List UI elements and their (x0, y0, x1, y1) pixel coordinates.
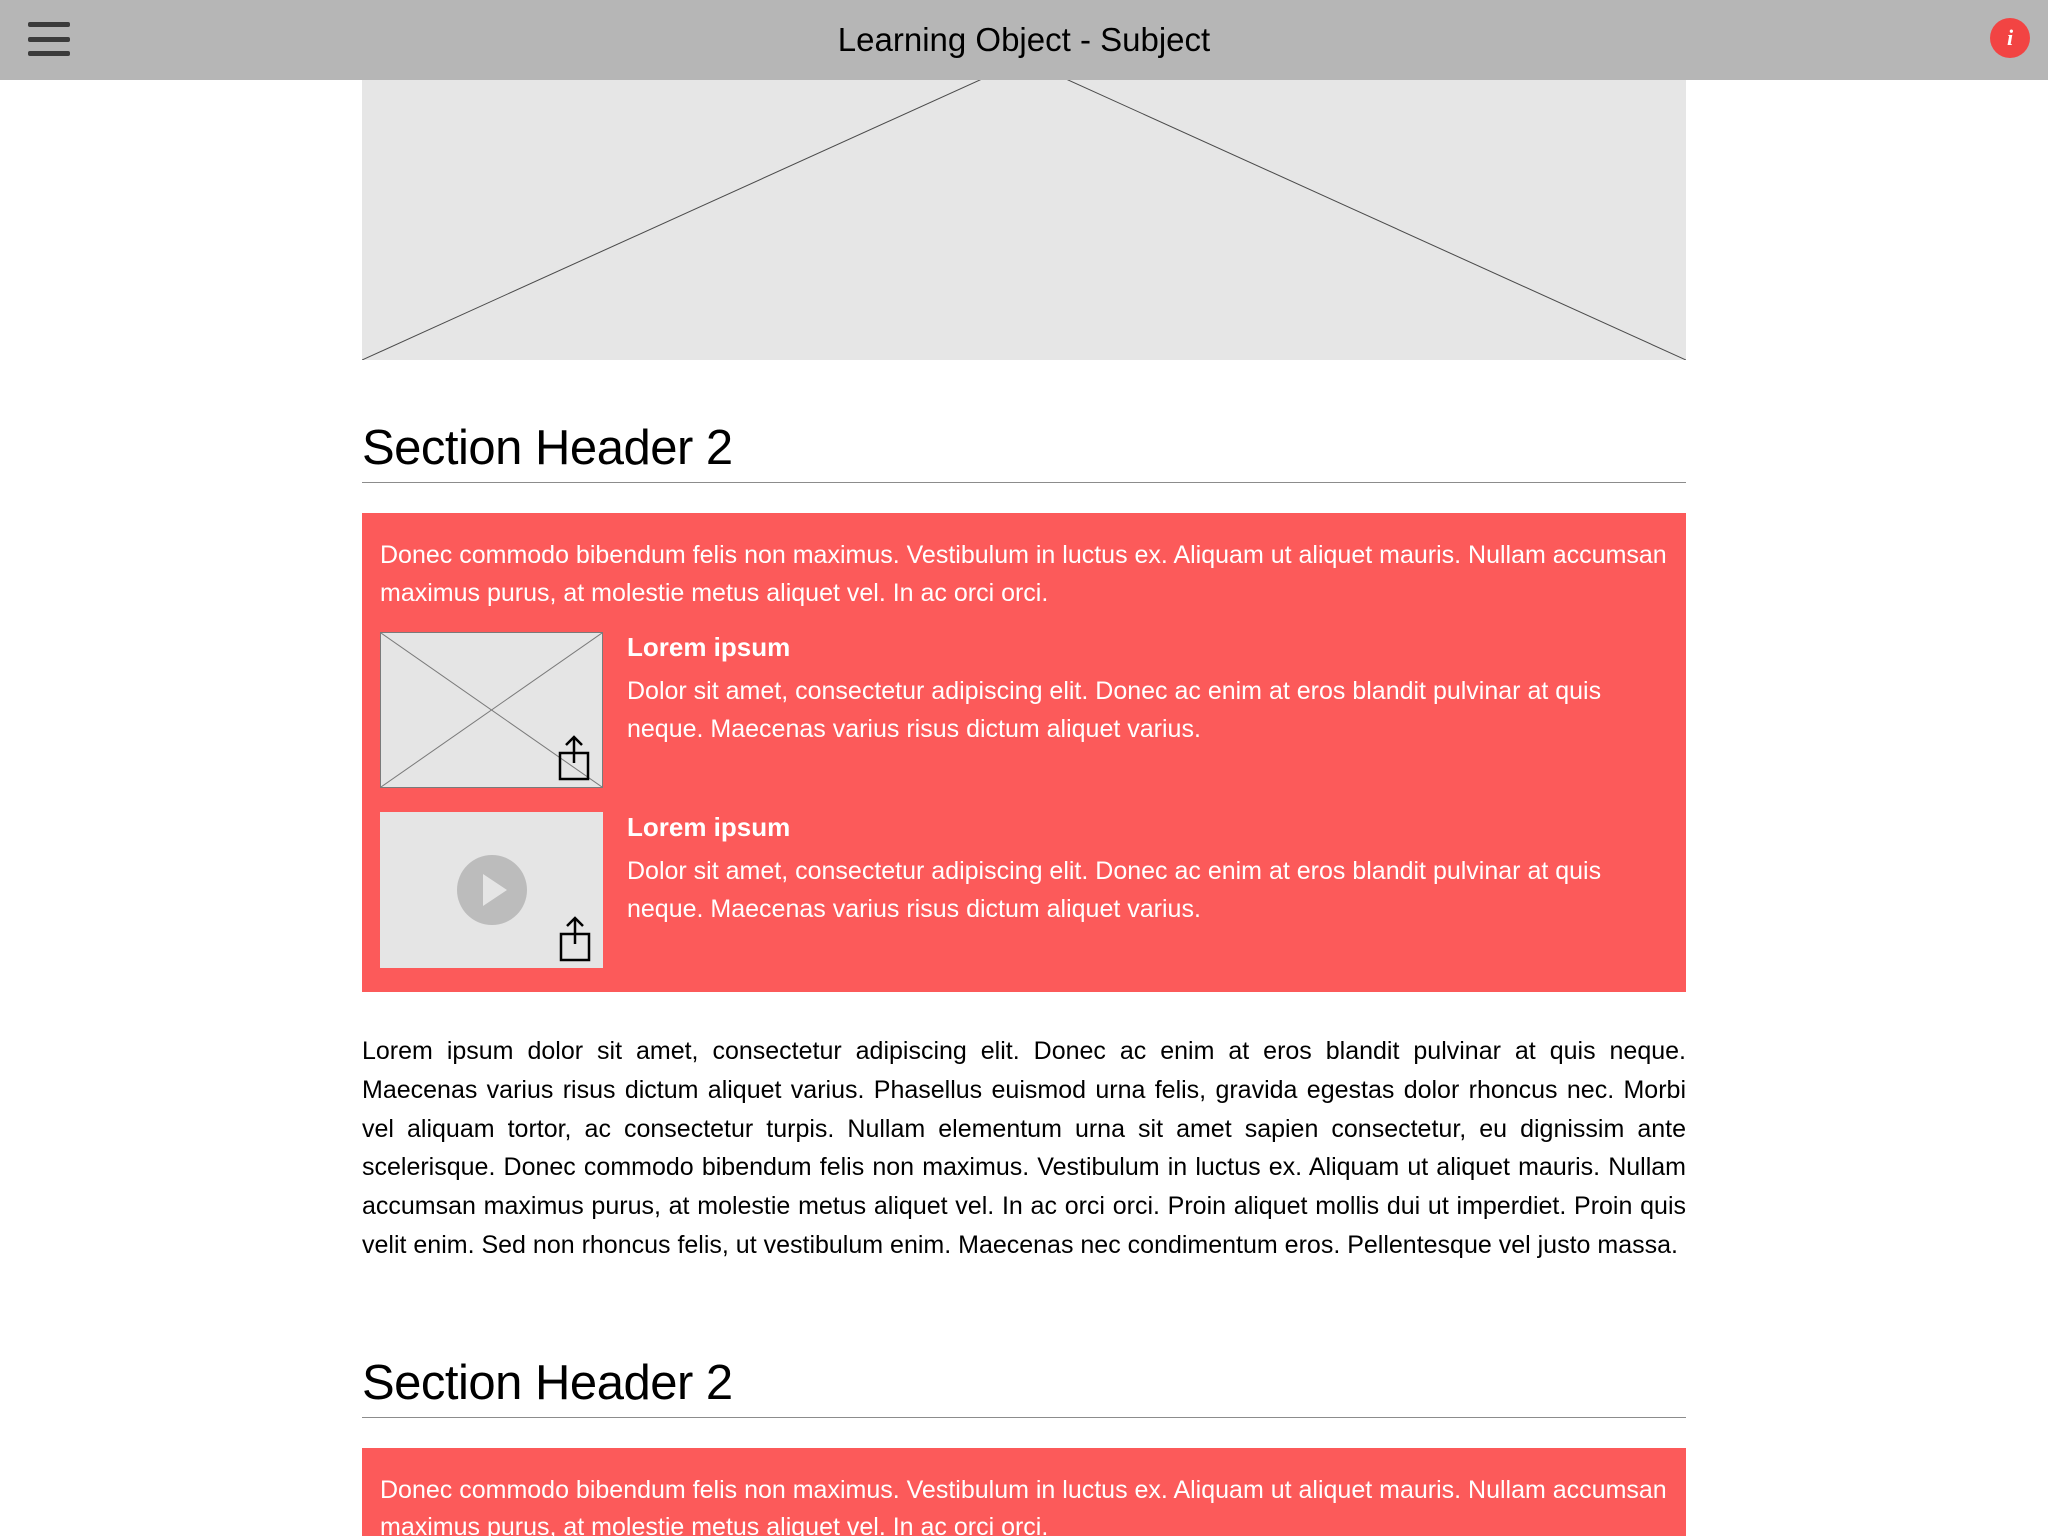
top-bar: Learning Object - Subject (0, 0, 2048, 80)
media-title: Lorem ipsum (627, 632, 1668, 663)
hero-image-placeholder (362, 80, 1686, 360)
media-row-image: Lorem ipsum Dolor sit amet, consectetur … (380, 632, 1668, 788)
section-header: Section Header 2 (362, 1355, 1686, 1418)
highlight-box: Donec commodo bibendum felis non maximus… (362, 513, 1686, 992)
highlight-intro: Donec commodo bibendum felis non maximus… (380, 537, 1668, 612)
media-description: Dolor sit amet, consectetur adipiscing e… (627, 673, 1668, 748)
media-text: Lorem ipsum Dolor sit amet, consectetur … (627, 812, 1668, 968)
content-scroll[interactable]: Section Header 2 Donec commodo bibendum … (0, 80, 2048, 1536)
highlight-intro: Donec commodo bibendum felis non maximus… (380, 1472, 1668, 1536)
highlight-box: Donec commodo bibendum felis non maximus… (362, 1448, 1686, 1536)
section-header: Section Header 2 (362, 420, 1686, 483)
share-icon[interactable] (555, 916, 595, 964)
image-thumbnail[interactable] (380, 632, 603, 788)
info-icon[interactable] (1990, 18, 2030, 58)
content-column: Section Header 2 Donec commodo bibendum … (362, 80, 1686, 1536)
media-title: Lorem ipsum (627, 812, 1668, 843)
media-text: Lorem ipsum Dolor sit amet, consectetur … (627, 632, 1668, 788)
section-body: Lorem ipsum dolor sit amet, consectetur … (362, 1032, 1686, 1265)
media-row-video: Lorem ipsum Dolor sit amet, consectetur … (380, 812, 1668, 968)
page-title: Learning Object - Subject (0, 21, 2048, 59)
play-icon (457, 855, 527, 925)
video-thumbnail[interactable] (380, 812, 603, 968)
share-icon[interactable] (554, 735, 594, 783)
placeholder-cross-icon (362, 80, 1686, 360)
media-description: Dolor sit amet, consectetur adipiscing e… (627, 853, 1668, 928)
menu-icon[interactable] (28, 22, 70, 56)
